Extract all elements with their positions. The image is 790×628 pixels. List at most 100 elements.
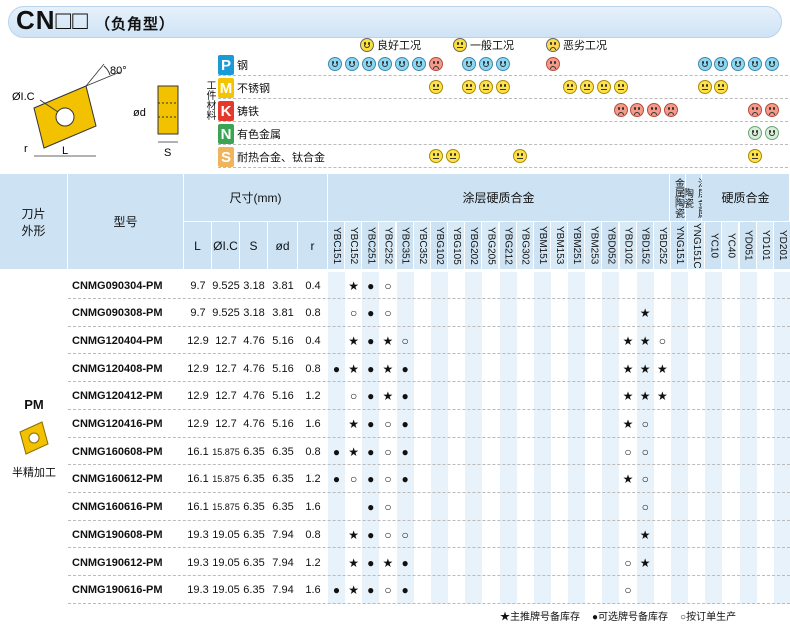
legend-normal: 一般工况 [453,37,514,53]
dim-cell-d: 7.94 [272,528,294,541]
dim-cell-ic: 19.05 [212,584,240,597]
filled-circle-icon: ● [401,444,409,459]
bad-face-icon [764,103,779,117]
table-row: CNMG120412-PM 12.9 12.7 4.76 5.16 1.2 ○ ● ★ ● ★ ★ ★ [68,383,790,410]
dim-cell-ic: 19.05 [212,556,240,569]
model-cell[interactable]: CNMG120416-PM [68,411,184,438]
od-label: ød [133,107,146,119]
model-cell[interactable]: CNMG120408-PM [68,355,184,382]
header-carbide: 硬质合金 [702,174,790,222]
material-suitability [328,54,788,76]
dim-cell-s: 6.35 [243,584,265,597]
dim-cell-r: 1.2 [305,473,321,486]
empty-circle-icon: ○ [658,333,666,348]
footer-legend: ★主推牌号备库存 ●可选牌号备库存 ○按订单生产 [500,608,736,623]
good-face-icon [479,57,494,71]
filled-circle-icon: ● [401,417,409,431]
star-icon: ★ [348,527,360,542]
bad-face-icon [613,103,628,117]
dim-cell-d: 5.16 [272,334,294,347]
filled-circle-icon: ● [367,472,375,487]
header-dim-d: ød [268,222,298,270]
model-cell[interactable]: CNMG090304-PM [68,272,184,299]
model-cell[interactable]: CNMG160608-PM [68,438,184,465]
material-suitability [328,123,788,145]
header-grade-ybc352: YBC352 [413,222,431,270]
dim-cell-ic: 12.7 [215,362,237,375]
star-icon: ★ [622,389,634,404]
empty-circle-icon: ○ [624,555,632,570]
legend-bad: 恶劣工况 [546,37,607,53]
bad-face-icon [748,103,762,117]
filled-circle-icon: ● [401,389,409,404]
header-grade-ybd152: YBD152 [636,222,654,270]
header-grade-ybg202: YBG202 [465,222,483,270]
header-grade-yng151: YNG151 [671,222,688,270]
header-model: 型号 [68,174,184,270]
model-cell[interactable]: CNMG190616-PM [68,577,184,604]
model-cell[interactable]: CNMG090308-PM [68,300,184,327]
model-cell[interactable]: CNMG160616-PM [68,494,184,521]
material-row-n: N 有色金属 [218,123,788,145]
material-suitability [328,100,788,122]
dim-cell-s: 4.76 [243,390,265,403]
header-dim-ic: ØI.C [212,222,240,270]
filled-circle-icon: ● [367,555,375,570]
dim-cell-d: 3.81 [272,307,294,320]
filled-circle-icon: ● [367,306,375,321]
table-row: CNMG120416-PM 12.9 12.7 4.76 5.16 1.6 ★ ● ○ ● ★ ○ [68,411,790,438]
model-cell[interactable]: CNMG120412-PM [68,383,184,410]
header-grade-ybc351: YBC351 [396,222,414,270]
material-label: N 有色金属 [218,123,328,145]
filled-circle-icon: ● [401,583,409,598]
model-cell[interactable]: CNMG120404-PM [68,327,184,354]
model-cell[interactable]: CNMG160612-PM [68,466,184,493]
normal-face-icon [748,149,762,163]
model-cell[interactable]: CNMG190612-PM [68,549,184,576]
header-dim-l: L [184,222,212,270]
empty-circle-icon: ○ [624,583,632,598]
normal-face-icon [479,80,494,94]
dim-cell-l: 19.3 [187,528,209,541]
dim-cell-l: 19.3 [187,556,209,569]
dim-cell-d: 6.35 [272,501,294,514]
star-icon: ★ [382,555,394,570]
good-face-icon [731,57,746,71]
dim-cell-d: 5.16 [272,390,294,403]
good-face-icon [764,126,779,140]
star-icon: ★ [639,361,651,376]
dim-cell-l: 12.9 [187,418,209,430]
filled-circle-icon: ● [367,527,375,542]
header-dim-s: S [240,222,268,270]
S-label: S [164,147,171,159]
dim-cell-d: 7.94 [272,584,294,597]
empty-circle-icon: ○ [384,472,392,487]
normal-face-icon [596,80,611,94]
dim-cell-d: 5.16 [272,418,294,430]
material-suitability [328,146,788,168]
empty-circle-icon: ○ [384,583,392,598]
table-row: CNMG120404-PM 12.9 12.7 4.76 5.16 0.4 ★ ● ★ ○ ★ ★ ○ [68,327,790,355]
normal-face-icon [512,149,527,163]
material-letter: N [218,124,234,144]
header-grade-yd201: YD201 [773,222,790,270]
normal-face-icon [462,80,477,94]
good-face-icon [360,38,374,52]
table-row: CNMG190608-PM 19.3 19.05 6.35 7.94 0.8 ★ ● ○ ○ ★ [68,521,790,549]
empty-circle-icon: ○ [641,417,649,431]
header-grade-ybd102: YBD102 [619,222,637,270]
dim-cell-d: 7.94 [272,556,294,569]
dim-cell-r: 1.6 [305,501,321,514]
filled-circle-icon: ● [367,333,375,348]
bad-face-icon [647,103,662,117]
dim-cell-ic: 12.7 [215,390,237,403]
L-label: L [62,145,68,157]
filled-circle-icon: ● [367,389,375,404]
header-grade-yd101: YD101 [756,222,774,270]
grade-table: 刀片外形 型号 尺寸(mm) 涂层硬质合金 金属陶瓷 涂层金属陶瓷 硬质合金 P… [0,174,790,606]
normal-face-icon [496,80,510,94]
header-grade-ybm151: YBM151 [533,222,551,270]
model-cell[interactable]: CNMG190608-PM [68,521,184,548]
table-row: CNMG160612-PM 16.1 15.875 6.35 6.35 1.2 ● ○ ● ○ ● ★… [68,466,790,493]
star-icon: ★ [622,472,634,487]
